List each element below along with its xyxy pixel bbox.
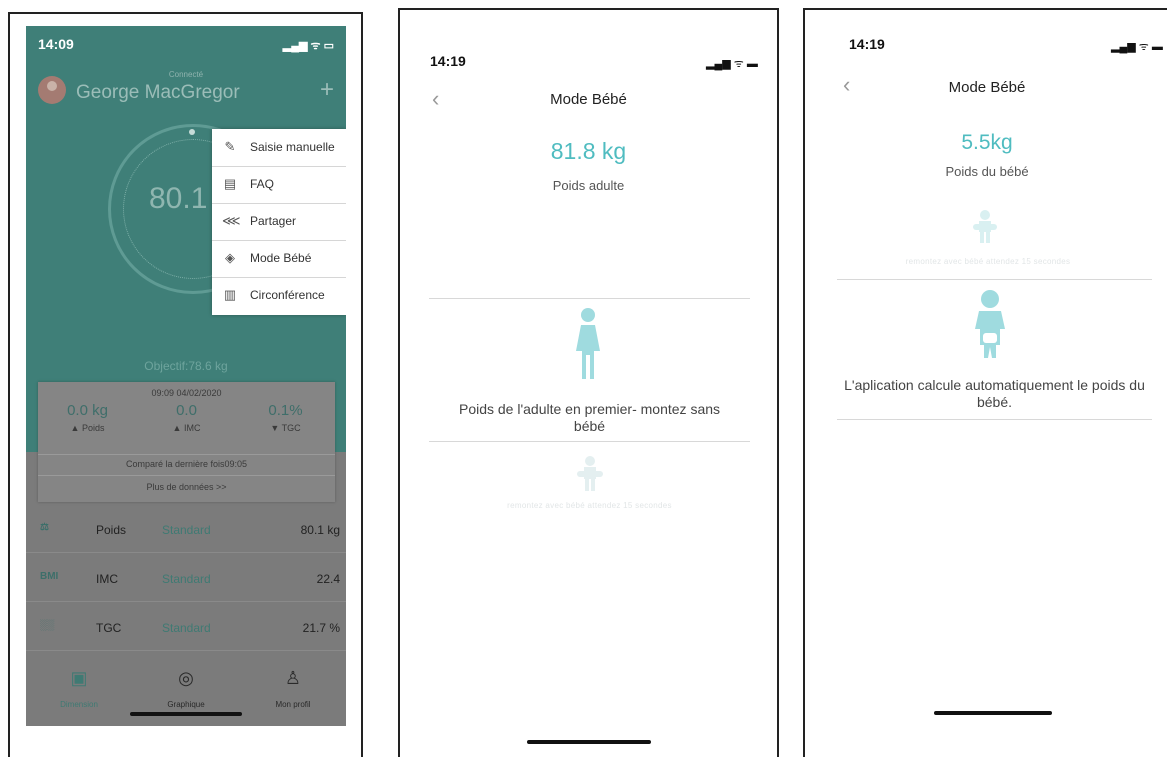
summary-datetime: 09:09 04/02/2020 xyxy=(151,388,222,398)
home-indicator xyxy=(527,740,651,744)
instruction-text: L'aplication calcule automatiquement le … xyxy=(844,377,1145,410)
status-time: 14:19 xyxy=(430,53,466,69)
menu-item-partager[interactable]: ⋘ Partager xyxy=(212,203,346,241)
summary-weight-value: 0.0 kg xyxy=(67,402,108,419)
book-icon: ▤ xyxy=(223,176,237,191)
chart-tab-icon: ◎ xyxy=(178,668,194,688)
tab-label: Graphique xyxy=(167,700,205,709)
system-icons: ▂▄▆ ᯤ ▭ xyxy=(282,40,334,52)
metric-value: 21.7 % xyxy=(302,621,340,635)
tab-label: Mon profil xyxy=(275,700,311,709)
summary-card: 09:09 04/02/2020 0.0 kg ▲ Poids 0.0 ▲ IM… xyxy=(38,382,335,502)
screenshot-frame-1: 14:09 ▂▄▆ ᯤ ▭ Connecté George MacGregor … xyxy=(8,12,363,757)
tab-mon-profil[interactable]: ♙ Mon profil xyxy=(240,668,346,709)
menu-item-saisie-manuelle[interactable]: ✎ Saisie manuelle xyxy=(212,129,346,167)
metric-name: Poids xyxy=(96,523,127,537)
home-screen: 14:09 ▂▄▆ ᯤ ▭ Connecté George MacGregor … xyxy=(26,26,346,726)
metric-row-tgc[interactable]: ░░ TGC Standard 21.7 % xyxy=(26,606,346,651)
edit-icon: ✎ xyxy=(224,139,236,154)
system-icons: ▂▄▆ ᯤ ▬ xyxy=(706,58,758,70)
body-fat-icon: ░░ xyxy=(40,620,55,631)
avatar[interactable] xyxy=(38,76,66,104)
baby-weight-label: Poids du bébé xyxy=(945,164,1029,179)
screenshot-frame-2: 14:19 ▂▄▆ ᯤ ▬ ‹ Mode Bébé 81.8 kg Poids … xyxy=(398,8,779,757)
summary-imc-value: 0.0 xyxy=(176,402,197,419)
home-indicator xyxy=(934,711,1052,715)
summary-tgc-value: 0.1% xyxy=(268,402,303,419)
screenshot-frame-3: 14:19 ▂▄▆ ᯤ ▬ ‹ Mode Bébé 5.5kg Poids du… xyxy=(803,8,1167,757)
adult-with-baby-icon xyxy=(577,456,603,491)
adult-figure-icon xyxy=(576,308,600,379)
page-title: Mode Bébé xyxy=(550,91,627,108)
metric-status: Standard xyxy=(162,572,211,586)
home-indicator xyxy=(130,712,242,716)
summary-tgc-label: ▼ TGC xyxy=(270,423,301,433)
menu-item-label: Partager xyxy=(250,214,297,228)
system-icons: ▂▄▆ ᯤ ▬ xyxy=(1111,41,1163,53)
menu-item-label: FAQ xyxy=(250,177,275,191)
adult-weight-value: 81.8 kg xyxy=(550,138,627,164)
gauge-indicator xyxy=(189,129,195,135)
tab-graphique[interactable]: ◎ Graphique xyxy=(133,668,239,709)
more-data-link[interactable]: Plus de données >> xyxy=(38,475,335,492)
connection-status: Connecté xyxy=(168,70,204,79)
tab-dimension[interactable]: ▣ Dimension xyxy=(26,668,132,709)
metric-status: Standard xyxy=(162,523,211,537)
divider xyxy=(837,419,1152,420)
metric-status: Standard xyxy=(162,621,211,635)
summary-weight-label: ▲ Poids xyxy=(70,423,105,433)
summary-weight: 0.0 kg ▲ Poids xyxy=(38,402,137,433)
metric-name: IMC xyxy=(96,572,118,586)
divider xyxy=(429,441,750,442)
add-menu: ✎ Saisie manuelle ▤ FAQ ⋘ Partager ◈ Mod… xyxy=(212,129,346,315)
profile-tab-icon: ♙ xyxy=(284,668,302,688)
baby-weight-value: 5.5kg xyxy=(961,131,1013,154)
add-button[interactable]: + xyxy=(320,78,334,102)
adult-with-baby-icon xyxy=(973,210,997,243)
faint-instruction-text: remontez avec bébé attendez 15 secondes xyxy=(507,501,672,510)
scale-tab-icon: ▣ xyxy=(70,668,88,688)
tab-bar: ▣ Dimension ◎ Graphique ♙ Mon profil xyxy=(26,660,346,726)
divider xyxy=(837,279,1152,280)
metric-row-imc[interactable]: BMI IMC Standard 22.4 xyxy=(26,557,346,602)
metric-name: TGC xyxy=(96,621,122,635)
adult-weight-label: Poids adulte xyxy=(552,178,625,193)
faint-instruction-text: remontez avec bébé attendez 15 secondes xyxy=(905,257,1071,266)
scale-icon: ⚖ xyxy=(40,522,49,533)
summary-imc-label: ▲ IMC xyxy=(172,423,201,433)
instruction-text: Poids de l'adulte en premier- montez san… xyxy=(458,401,721,434)
menu-item-label: Saisie manuelle xyxy=(250,140,335,154)
menu-item-label: Circonférence xyxy=(250,288,325,302)
objective-text: Objectif:78.6 kg xyxy=(144,359,228,373)
baby-icon: ◈ xyxy=(225,250,235,265)
summary-compare: Comparé la dernière fois09:05 xyxy=(38,454,335,469)
status-time: 14:19 xyxy=(849,36,885,52)
menu-item-circonference[interactable]: ▥ Circonférence xyxy=(212,277,346,314)
summary-tgc: 0.1% ▼ TGC xyxy=(236,402,335,433)
menu-item-label: Mode Bébé xyxy=(250,251,312,265)
divider xyxy=(429,298,750,299)
ruler-icon: ▥ xyxy=(223,287,237,302)
status-time: 14:09 xyxy=(38,36,74,52)
bmi-icon: BMI xyxy=(40,571,59,582)
metric-row-weight[interactable]: ⚖ Poids Standard 80.1 kg xyxy=(26,508,346,553)
page-title: Mode Bébé xyxy=(948,79,1026,96)
menu-item-faq[interactable]: ▤ FAQ xyxy=(212,166,346,204)
summary-imc: 0.0 ▲ IMC xyxy=(137,402,236,433)
tab-label: Dimension xyxy=(60,700,98,709)
metric-value: 22.4 xyxy=(316,572,340,586)
status-bar: 14:09 ▂▄▆ ᯤ ▭ xyxy=(38,36,334,56)
menu-item-mode-bebe[interactable]: ◈ Mode Bébé xyxy=(212,240,346,278)
user-name[interactable]: George MacGregor xyxy=(76,82,240,104)
metric-value: 80.1 kg xyxy=(300,523,340,537)
baby-figure-icon xyxy=(975,290,1005,358)
share-icon: ⋘ xyxy=(222,213,241,228)
